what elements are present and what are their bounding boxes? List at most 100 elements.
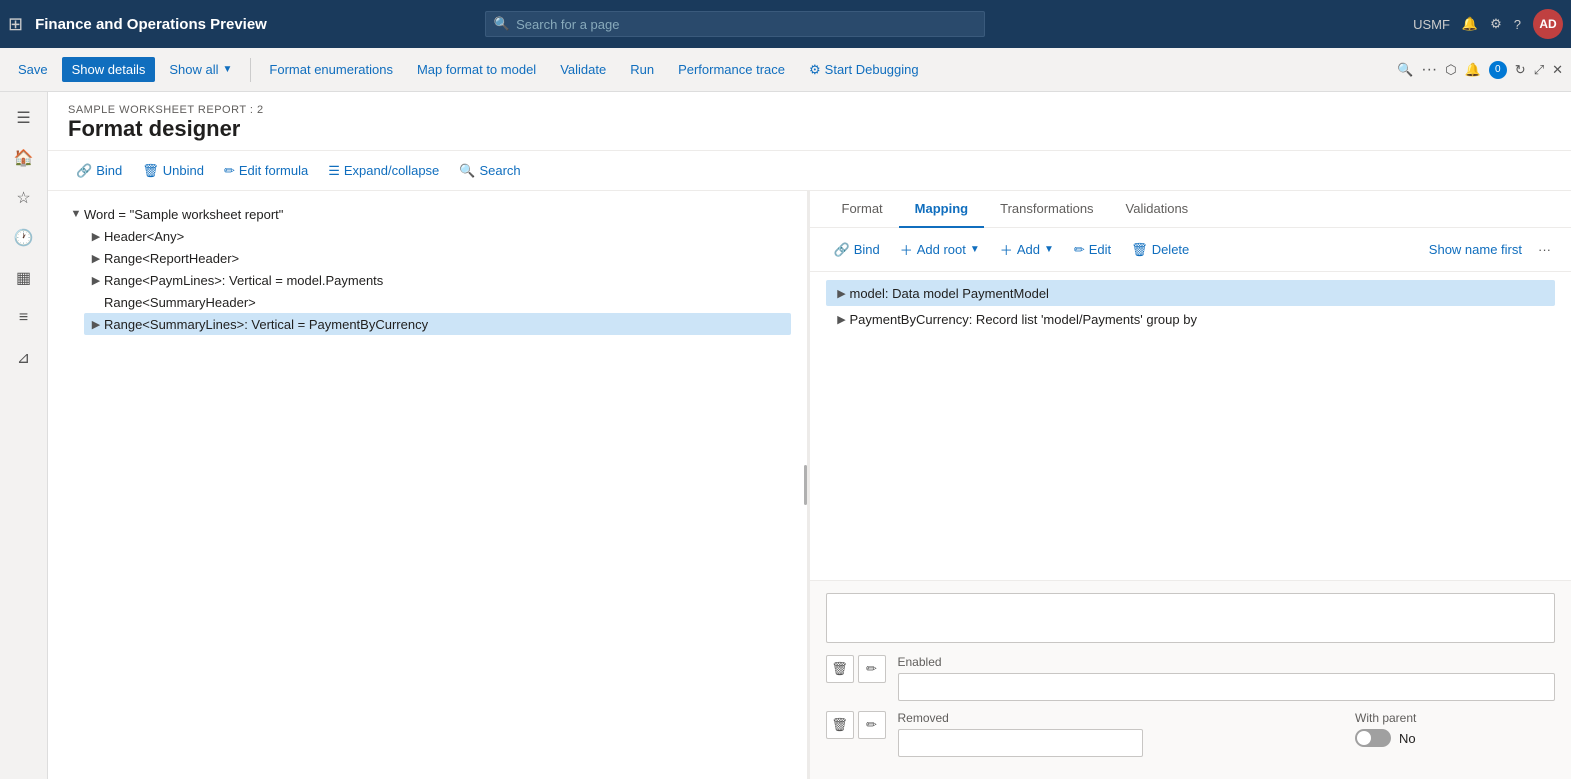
search-format-button[interactable]: 🔍 Search (451, 159, 528, 183)
sidebar-item-menu[interactable]: ☰ (6, 100, 42, 136)
removed-edit-button[interactable]: ✏ (858, 711, 886, 739)
tree-label-reportheader: Range<ReportHeader> (104, 251, 239, 266)
sidebar-item-workspaces[interactable]: ▦ (6, 260, 42, 296)
avatar[interactable]: AD (1533, 9, 1563, 39)
global-search-input[interactable] (516, 17, 976, 32)
map-format-to-model-button[interactable]: Map format to model (407, 57, 546, 82)
top-nav-bar: ⊞ Finance and Operations Preview 🔍 USMF … (0, 0, 1571, 48)
tab-mapping[interactable]: Mapping (899, 191, 984, 228)
notifications-icon[interactable]: 🔔 (1465, 62, 1481, 78)
main-toolbar: Save Show details Show all ▼ Format enum… (0, 48, 1571, 92)
sidebar-item-filter[interactable]: ⊿ (6, 340, 42, 376)
bind-icon: 🔗 (76, 163, 92, 179)
search-icon: 🔍 (494, 16, 510, 32)
tree-item-reportheader[interactable]: ▶ Range<ReportHeader> (84, 247, 791, 269)
show-all-button[interactable]: Show all ▼ (159, 57, 242, 82)
add-chevron-icon: ▼ (1044, 244, 1054, 255)
tree-item-root[interactable]: ▼ Word = "Sample worksheet report" (64, 203, 791, 225)
tab-validations[interactable]: Validations (1110, 191, 1205, 228)
unbind-button[interactable]: 🗑 Unbind (134, 159, 212, 183)
tree-toggle-paymlines[interactable]: ▶ (88, 272, 104, 288)
start-debugging-button[interactable]: ⚙ Start Debugging (799, 57, 929, 83)
search-icon: 🔍 (459, 163, 475, 179)
global-search-bar[interactable]: 🔍 (485, 11, 985, 37)
unbind-icon: 🗑 (142, 163, 159, 179)
secondary-toolbar: 🔗 Bind 🗑 Unbind ✏ Edit formula ☰ Expand/… (48, 151, 1571, 191)
expand-collapse-icon: ☰ (328, 163, 340, 179)
removed-input[interactable] (898, 729, 1143, 757)
tab-bar: Format Mapping Transformations Validatio… (810, 191, 1571, 228)
tree-toggle-summarylines[interactable]: ▶ (88, 316, 104, 332)
show-all-chevron-icon: ▼ (223, 64, 233, 75)
bookmarks-icon[interactable]: ⬡ (1445, 62, 1456, 78)
add-root-button[interactable]: ＋ Add root ▼ (892, 236, 988, 263)
mapping-item-model[interactable]: ▶ model: Data model PaymentModel (826, 280, 1556, 306)
mapping-toggle-model[interactable]: ▶ (834, 285, 850, 301)
add-button[interactable]: ＋ Add ▼ (992, 236, 1062, 263)
enabled-field-group: Enabled (898, 655, 1556, 701)
removed-label: Removed (898, 711, 1344, 725)
delete-button[interactable]: 🗑 Delete (1123, 238, 1197, 262)
removed-delete-button[interactable]: 🗑 (826, 711, 854, 739)
help-question-icon[interactable]: ? (1514, 17, 1521, 32)
tree-item-header[interactable]: ▶ Header<Any> (84, 225, 791, 247)
pane-resize-handle[interactable] (804, 465, 807, 505)
formula-icon: ✏ (224, 163, 235, 179)
user-code: USMF (1413, 17, 1450, 32)
page-header: SAMPLE WORKSHEET REPORT : 2 Format desig… (48, 92, 1571, 151)
fullscreen-icon[interactable]: ⤢ (1534, 62, 1544, 78)
sidebar-item-recent[interactable]: 🕐 (6, 220, 42, 256)
main-layout: ☰ 🏠 ☆ 🕐 ▦ ≡ ⊿ SAMPLE WORKSHEET REPORT : … (0, 92, 1571, 779)
tab-transformations[interactable]: Transformations (984, 191, 1109, 228)
enabled-delete-button[interactable]: 🗑 (826, 655, 854, 683)
mapping-more-options-icon[interactable]: ··· (1534, 238, 1555, 261)
with-parent-toggle-row: No (1355, 729, 1555, 747)
show-details-button[interactable]: Show details (62, 57, 156, 82)
enabled-input[interactable] (898, 673, 1556, 701)
edit-formula-button[interactable]: ✏ Edit formula (216, 159, 316, 183)
format-enumerations-button[interactable]: Format enumerations (259, 57, 403, 82)
validate-button[interactable]: Validate (550, 57, 616, 82)
format-tree-pane: ▼ Word = "Sample worksheet report" ▶ Hea… (48, 191, 810, 779)
notification-bell-icon[interactable]: 🔔 (1462, 16, 1478, 32)
removed-row: 🗑 ✏ Removed With parent (826, 711, 1556, 757)
tree-toggle-summaryheader (88, 294, 104, 310)
expand-collapse-button[interactable]: ☰ Expand/collapse (320, 159, 447, 183)
close-icon[interactable]: ✕ (1552, 62, 1563, 78)
enabled-row-actions: 🗑 ✏ (826, 655, 886, 683)
badge-icon: 0 (1489, 61, 1507, 79)
with-parent-toggle[interactable] (1355, 729, 1391, 747)
tree-item-summarylines[interactable]: ▶ Range<SummaryLines>: Vertical = Paymen… (84, 313, 791, 335)
enabled-edit-button[interactable]: ✏ (858, 655, 886, 683)
performance-trace-button[interactable]: Performance trace (668, 57, 795, 82)
mapping-item-payment[interactable]: ▶ PaymentByCurrency: Record list 'model/… (826, 306, 1556, 332)
enabled-label: Enabled (898, 655, 1556, 669)
tree-toggle-header[interactable]: ▶ (88, 228, 104, 244)
app-grid-icon[interactable]: ⊞ (8, 14, 23, 35)
formula-preview-box[interactable] (826, 593, 1556, 643)
tab-format[interactable]: Format (826, 191, 899, 228)
bind-button[interactable]: 🔗 Bind (68, 159, 130, 183)
toolbar-separator (250, 58, 251, 82)
app-title: Finance and Operations Preview (35, 16, 267, 33)
mapping-tree: ▶ model: Data model PaymentModel ▶ Payme… (810, 272, 1571, 580)
tree-label-root: Word = "Sample worksheet report" (84, 207, 283, 222)
tree-item-paymlines[interactable]: ▶ Range<PaymLines>: Vertical = model.Pay… (84, 269, 791, 291)
more-options-icon[interactable]: ··· (1421, 61, 1437, 79)
sidebar-item-home[interactable]: 🏠 (6, 140, 42, 176)
mapping-bind-button[interactable]: 🔗 Bind (826, 238, 888, 262)
tree-item-summaryheader[interactable]: Range<SummaryHeader> (84, 291, 791, 313)
show-name-first-button[interactable]: Show name first (1421, 238, 1530, 261)
search-toolbar-icon[interactable]: 🔍 (1397, 62, 1413, 78)
edit-button[interactable]: ✏ Edit (1066, 238, 1119, 262)
mapping-toggle-payment[interactable]: ▶ (834, 311, 850, 327)
sidebar-item-modules[interactable]: ≡ (6, 300, 42, 336)
refresh-icon[interactable]: ↻ (1515, 62, 1526, 78)
mapping-label-model: model: Data model PaymentModel (850, 286, 1049, 301)
settings-gear-icon[interactable]: ⚙ (1490, 16, 1502, 32)
sidebar-item-favorites[interactable]: ☆ (6, 180, 42, 216)
tree-toggle-reportheader[interactable]: ▶ (88, 250, 104, 266)
save-button[interactable]: Save (8, 57, 58, 82)
tree-toggle-root[interactable]: ▼ (68, 206, 84, 222)
run-button[interactable]: Run (620, 57, 664, 82)
